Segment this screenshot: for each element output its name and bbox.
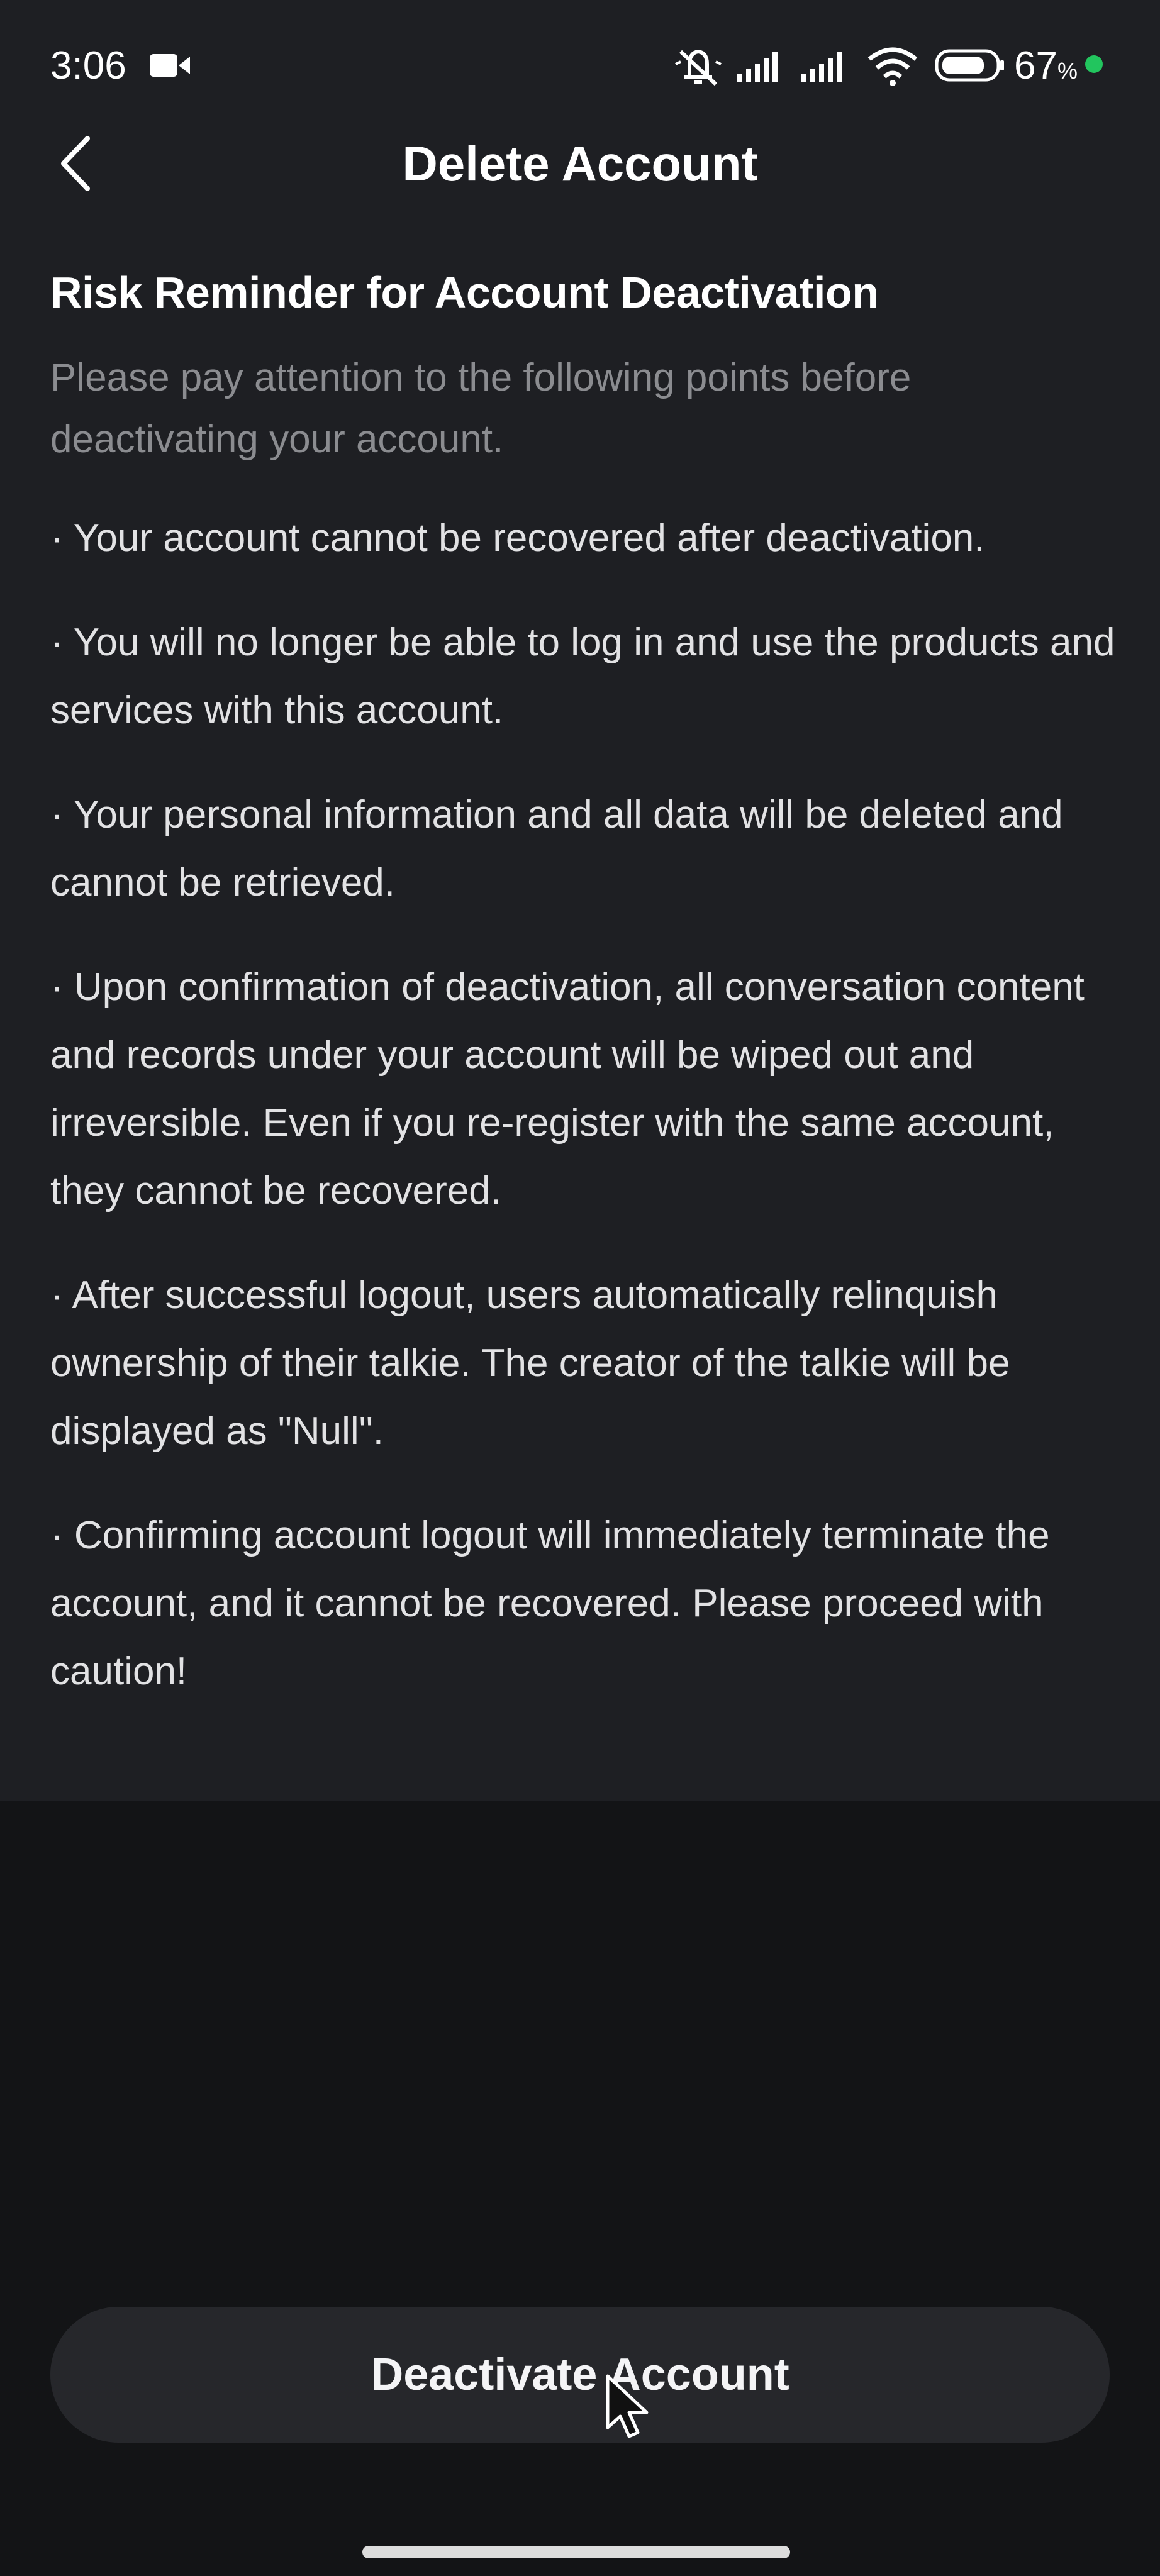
deactivate-account-button[interactable]: Deactivate Account bbox=[50, 2307, 1110, 2443]
intro-text: Please pay attention to the following po… bbox=[50, 356, 912, 461]
risk-point: · Your personal information and all data… bbox=[50, 793, 1063, 904]
mouse-cursor-icon bbox=[606, 2374, 649, 2438]
risk-reminder-content: Risk Reminder for Account Deactivation P… bbox=[50, 264, 1120, 1742]
status-time: 3:06 bbox=[50, 44, 126, 87]
risk-point: · Upon confirmation of deactivation, all… bbox=[50, 965, 1085, 1213]
risk-point: · Confirming account logout will immedia… bbox=[50, 1514, 1050, 1693]
muted-bell-icon bbox=[675, 49, 722, 86]
status-bar: 3:06 67% bbox=[0, 0, 1160, 132]
battery-icon bbox=[935, 49, 1004, 82]
signal-icon bbox=[737, 52, 778, 82]
home-indicator[interactable] bbox=[362, 2546, 790, 2558]
bottom-area bbox=[0, 1801, 1160, 2576]
section-heading: Risk Reminder for Account Deactivation bbox=[50, 268, 879, 317]
wifi-icon bbox=[867, 47, 918, 86]
risk-point: · Your account cannot be recovered after… bbox=[50, 516, 985, 560]
signal-icon bbox=[801, 52, 842, 82]
page-title: Delete Account bbox=[402, 136, 758, 191]
video-camera-icon bbox=[150, 54, 190, 77]
risk-point: · You will no longer be able to log in a… bbox=[50, 621, 1115, 732]
charging-dot-icon bbox=[1085, 55, 1103, 73]
risk-point: · After successful logout, users automat… bbox=[50, 1274, 1010, 1453]
battery-percentage: 67% bbox=[1014, 44, 1078, 87]
deactivate-account-label: Deactivate Account bbox=[371, 2350, 789, 2400]
